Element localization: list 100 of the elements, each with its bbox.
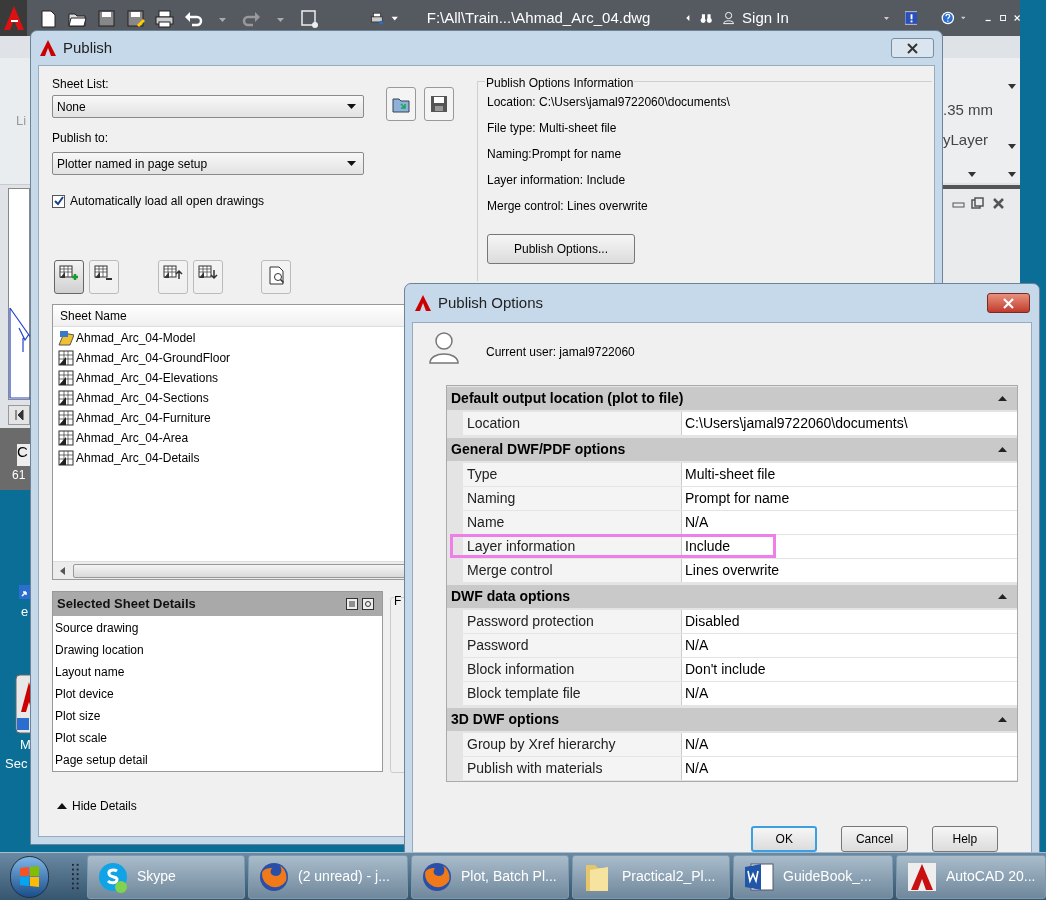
windows-logo-icon — [18, 865, 42, 888]
property-label: Password protection — [463, 610, 682, 633]
close-button[interactable] — [891, 38, 934, 58]
save-sheet-list-button[interactable] — [424, 87, 454, 121]
dropdown[interactable]: None — [52, 95, 364, 118]
property-value[interactable]: Don't include — [682, 658, 1017, 681]
property-label: Password — [463, 634, 682, 657]
autocad-logo-icon — [39, 39, 57, 57]
close-icon[interactable] — [992, 197, 1005, 210]
field-label: Sheet List: — [52, 76, 110, 93]
remove-sheets-button[interactable] — [89, 260, 119, 294]
panel-title: Selected Sheet Details — [57, 595, 196, 614]
add-sheets-button[interactable] — [54, 260, 84, 294]
section-header[interactable]: Default output location (plot to file) — [447, 387, 1017, 410]
save-as-icon[interactable] — [126, 8, 146, 28]
info-line: Location: C:\Users\jamal9722060\documents\ — [487, 94, 731, 110]
details-view-icon[interactable] — [346, 598, 358, 610]
grip-icon — [72, 862, 79, 891]
property-value[interactable]: N/A — [682, 757, 1017, 780]
document-search-icon — [266, 265, 286, 285]
preview-view-icon[interactable] — [362, 598, 374, 610]
new-file-icon[interactable] — [39, 8, 59, 28]
checkbox[interactable] — [52, 194, 65, 208]
section-header[interactable]: General DWF/PDF options — [447, 438, 1017, 461]
preview-button[interactable] — [261, 260, 291, 294]
detail-label: Source drawing — [55, 620, 140, 637]
detail-label: Plot scale — [55, 730, 109, 747]
section-header[interactable]: DWF data options — [447, 585, 1017, 608]
property-label: Publish with materials — [463, 757, 682, 780]
property-value[interactable]: Multi-sheet file — [682, 463, 1017, 486]
sheet-name[interactable]: Ahmad_Arc_04-Furniture — [76, 409, 211, 427]
select-icon[interactable] — [300, 8, 320, 28]
layout-sheet-icon — [58, 450, 74, 466]
print-icon[interactable] — [155, 8, 175, 28]
background-label: M — [20, 738, 31, 751]
sheet-name[interactable]: Ahmad_Arc_04-Elevations — [76, 369, 219, 387]
window-title: F:\All\Train...\Ahmad_Arc_04.dwg — [426, 7, 651, 28]
property-value[interactable]: Lines overwrite — [682, 559, 1017, 582]
info-line: File type: Multi-sheet file — [487, 120, 618, 136]
detail-label: Page setup detail — [55, 752, 149, 769]
property-value[interactable]: N/A — [682, 682, 1017, 705]
dropdown[interactable]: Plotter named in page setup — [52, 152, 364, 175]
skype-icon — [97, 860, 129, 893]
layout-sheet-icon — [58, 410, 74, 426]
property-value[interactable]: N/A — [682, 634, 1017, 657]
check-icon — [53, 196, 64, 206]
dialog-button[interactable]: Help — [931, 826, 998, 852]
property-value[interactable]: C:\Users\jamal9722060\documents\ — [682, 412, 1017, 435]
property-label: Block information — [463, 658, 682, 681]
sheet-name[interactable]: Ahmad_Arc_04-Area — [76, 429, 189, 447]
current-user-label: Current user: jamal9722060 — [486, 344, 635, 361]
move-down-button[interactable] — [193, 260, 223, 294]
application-shortcut-icon — [15, 674, 30, 734]
layout-sheet-icon — [58, 430, 74, 446]
info-line: Layer information: Include — [487, 172, 627, 188]
restore-icon[interactable] — [971, 197, 984, 209]
dropdown-caret-icon[interactable] — [1008, 84, 1016, 89]
dialog-title: Publish — [63, 37, 113, 58]
save-icon[interactable] — [97, 8, 117, 28]
section-header[interactable]: 3D DWF options — [447, 708, 1017, 731]
property-value[interactable]: N/A — [682, 511, 1017, 534]
sheet-name[interactable]: Ahmad_Arc_04-Sections — [76, 389, 209, 407]
layout-sheet-icon — [58, 390, 74, 406]
scroll-start-icon — [14, 409, 24, 421]
property-value[interactable]: Disabled — [682, 610, 1017, 633]
caret-icon — [347, 104, 356, 109]
save-icon — [430, 95, 448, 113]
maximize-icon[interactable] — [999, 12, 1006, 24]
dialog-button[interactable]: Cancel — [841, 826, 908, 852]
scroll-start-button[interactable] — [8, 405, 30, 425]
property-value[interactable]: Prompt for name — [682, 487, 1017, 510]
layout-sheet-icon — [58, 370, 74, 386]
dropdown-caret-icon[interactable] — [1008, 144, 1016, 149]
close-button[interactable] — [987, 293, 1030, 313]
detail-label: Plot size — [55, 708, 102, 725]
publish-options-button[interactable]: Publish Options... — [487, 234, 635, 264]
dialog-button[interactable]: OK — [751, 826, 818, 852]
dropdown-caret-icon[interactable] — [1008, 172, 1016, 177]
background-label: Li — [16, 114, 27, 127]
sheet-name[interactable]: Ahmad_Arc_04-GroundFloor — [76, 349, 231, 367]
property-value[interactable]: N/A — [682, 733, 1017, 756]
sign-in-link[interactable]: Sign In — [742, 6, 789, 30]
model-icon — [58, 330, 74, 346]
property-label: Type — [463, 463, 682, 486]
close-icon[interactable] — [1013, 12, 1020, 24]
load-sheet-list-button[interactable] — [386, 87, 416, 121]
hide-details-link[interactable]: Hide Details — [57, 797, 137, 815]
alert-icon[interactable] — [904, 8, 918, 28]
sheet-name[interactable]: Ahmad_Arc_04-Model — [76, 329, 196, 347]
start-button[interactable] — [10, 855, 50, 898]
word-icon — [743, 860, 775, 893]
info-line: Merge control: Lines overwrite — [487, 198, 649, 214]
firefox-icon — [258, 860, 290, 893]
detail-label: Layout name — [55, 664, 126, 681]
close-icon — [1003, 297, 1014, 309]
move-up-button[interactable] — [158, 260, 188, 294]
firefox-icon — [421, 860, 453, 893]
property-value[interactable]: Include — [682, 535, 1017, 558]
sheet-name[interactable]: Ahmad_Arc_04-Details — [76, 449, 200, 467]
dropdown-caret-icon[interactable] — [968, 172, 976, 177]
